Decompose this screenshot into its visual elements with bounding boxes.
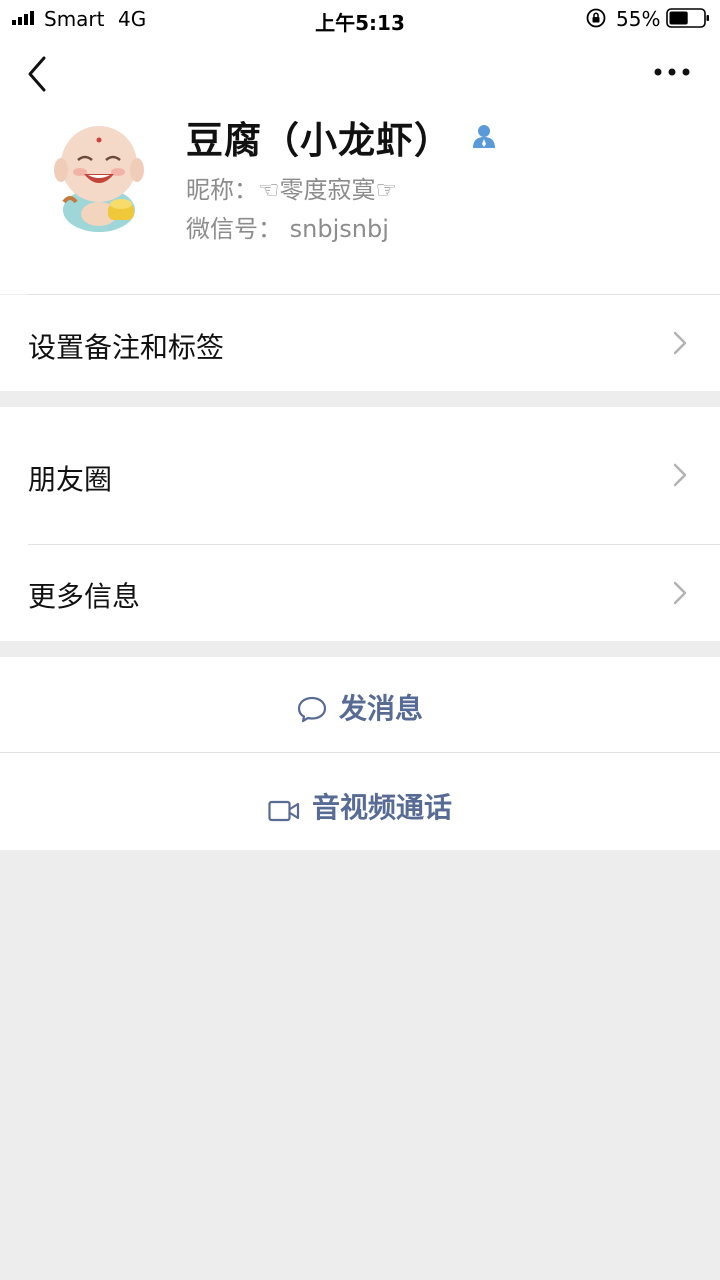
video-call-label: 音视频通话 [311, 791, 452, 824]
person-icon [473, 125, 495, 148]
status-bar: Smart 4G 上午5:13 55% [0, 0, 720, 38]
send-message-label: 发消息 [338, 692, 423, 725]
send-message-button[interactable]: 发消息 [0, 657, 720, 752]
video-camera-icon [268, 800, 300, 822]
more-button[interactable] [650, 60, 694, 84]
chat-bubble-icon [297, 696, 327, 723]
battery-icon [666, 8, 709, 28]
video-call-button[interactable]: 音视频通话 [0, 753, 720, 850]
battery-percent: 55% [616, 7, 661, 31]
chevron-right-icon [673, 463, 687, 487]
back-button[interactable] [22, 54, 54, 94]
avatar[interactable] [44, 118, 154, 233]
profile-name: 豆腐（小龙虾） [186, 119, 452, 162]
row-label: 设置备注和标签 [28, 331, 225, 364]
row-label: 朋友圈 [28, 463, 113, 496]
row-label: 更多信息 [28, 580, 141, 613]
video-call-content: 音视频通话 [0, 786, 720, 826]
send-message-content: 发消息 [0, 687, 720, 727]
wechat-id: 微信号： snbjsnbj [186, 215, 389, 243]
set-remark-tags-row[interactable]: 设置备注和标签 [0, 295, 720, 391]
chevron-right-icon [673, 331, 687, 355]
orientation-lock-icon [586, 8, 606, 28]
status-time: 上午5:13 [315, 11, 405, 35]
profile-header: 豆腐（小龙虾） 昵称：☜零度寂寞☞ 微信号： snbjsnbj [0, 38, 720, 295]
nickname: 昵称：☜零度寂寞☞ [186, 176, 398, 204]
chevron-right-icon [673, 581, 687, 605]
moments-row[interactable]: 朋友圈 [0, 407, 720, 545]
more-info-row[interactable]: 更多信息 [0, 545, 720, 641]
